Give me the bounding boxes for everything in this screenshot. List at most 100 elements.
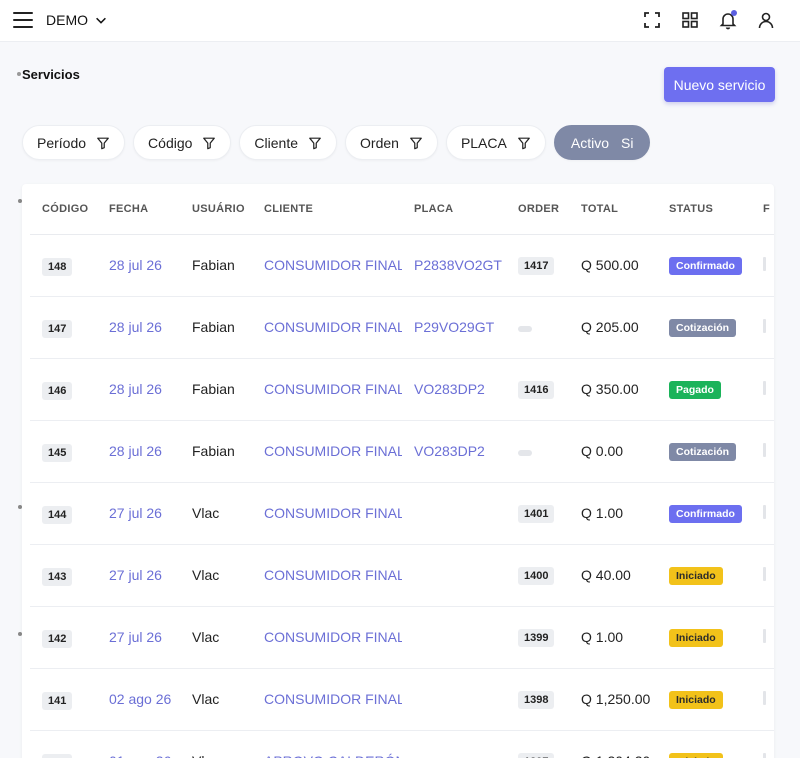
client-link[interactable]: CONSUMIDOR FINAL	[264, 505, 402, 521]
status-badge: Cotización	[669, 442, 737, 461]
new-service-button[interactable]: Nuevo servicio	[664, 67, 775, 102]
page-title: Servicios	[22, 67, 80, 82]
filter-icon	[97, 137, 109, 149]
date-link[interactable]: 27 jul 26	[109, 567, 162, 583]
table-row[interactable]: 141 02 ago 26 Vlac CONSUMIDOR FINAL 1398 Q 1,…	[30, 668, 774, 731]
cell-extra	[751, 296, 774, 359]
filter-cliente[interactable]: Cliente	[239, 125, 338, 160]
cell-date: 28 jul 26	[97, 420, 180, 483]
services-table: CÓDIGO FECHA USUÁRIO CLIENTE PLACA ORDER…	[30, 184, 774, 758]
date-link[interactable]: 28 jul 26	[109, 319, 162, 335]
code-badge: 145	[42, 444, 73, 462]
company-selector[interactable]: DEMO	[46, 12, 108, 28]
table-row[interactable]: 146 28 jul 26 Fabian CONSUMIDOR FINAL VO283D…	[30, 358, 774, 421]
bell-icon[interactable]	[714, 6, 742, 34]
filter-label: Período	[37, 134, 87, 151]
col-cliente[interactable]: CLIENTE	[252, 184, 402, 235]
cell-code: 142	[30, 606, 97, 669]
plate-link[interactable]: VO283DP2	[414, 381, 485, 397]
extra-indicator	[763, 380, 766, 395]
cell-order: 1399	[506, 606, 569, 669]
code-badge: 142	[42, 630, 73, 648]
filter-placa[interactable]: PLACA	[445, 125, 546, 160]
cell-code: 144	[30, 482, 97, 545]
client-link[interactable]: CONSUMIDOR FINAL	[264, 691, 402, 707]
filter-icon	[309, 137, 321, 149]
user-icon[interactable]	[756, 10, 776, 30]
date-link[interactable]: 27 jul 26	[109, 629, 162, 645]
date-link[interactable]: 27 jul 26	[109, 505, 162, 521]
status-badge: Iniciado	[669, 628, 723, 647]
client-link[interactable]: CONSUMIDOR FINAL	[264, 443, 402, 459]
code-badge: 143	[42, 568, 73, 586]
date-link[interactable]: 28 jul 26	[109, 381, 162, 397]
cell-client: CONSUMIDOR FINAL	[252, 668, 402, 731]
cell-order: 1417	[506, 234, 569, 297]
cell-status: Iniciado	[657, 730, 751, 758]
code-badge: 148	[42, 258, 73, 276]
cell-date: 27 jul 26	[97, 544, 180, 607]
code-badge: 147	[42, 320, 73, 338]
cell-date: 27 jul 26	[97, 606, 180, 669]
date-link[interactable]: 02 ago 26	[109, 691, 171, 707]
cell-code: 147	[30, 296, 97, 359]
menu-icon[interactable]	[13, 12, 33, 28]
cell-order	[506, 296, 569, 359]
cell-code: 148	[30, 234, 97, 297]
cell-extra	[751, 358, 774, 421]
col-placa[interactable]: PLACA	[402, 184, 506, 235]
cell-user: Vlac	[180, 544, 252, 607]
filter-value: Si	[620, 134, 634, 151]
plate-link[interactable]: VO283DP2	[414, 443, 485, 459]
apps-grid-icon[interactable]	[680, 10, 700, 30]
order-badge: 1400	[518, 566, 555, 585]
cell-user: Vlac	[180, 482, 252, 545]
cell-status: Confirmado	[657, 482, 751, 545]
cell-user: Fabian	[180, 296, 252, 359]
col-codigo[interactable]: CÓDIGO	[30, 184, 97, 235]
cell-extra	[751, 544, 774, 607]
plate-link[interactable]: P2838VO2GT	[414, 257, 502, 273]
fullscreen-icon[interactable]	[642, 10, 662, 30]
table-row[interactable]: 144 27 jul 26 Vlac CONSUMIDOR FINAL 1401 Q 1.…	[30, 482, 774, 545]
date-link[interactable]: 28 jul 26	[109, 257, 162, 273]
code-badge: 140	[42, 754, 73, 758]
client-link[interactable]: CONSUMIDOR FINAL	[264, 257, 402, 273]
client-link[interactable]: CONSUMIDOR FINAL	[264, 567, 402, 583]
filter-codigo[interactable]: Código	[133, 125, 232, 160]
client-link[interactable]: CONSUMIDOR FINAL	[264, 381, 402, 397]
table-row[interactable]: 140 01 ago 26 Vlac APROVO CALDERÓN 1397 Q 1,2…	[30, 730, 774, 758]
table-row[interactable]: 142 27 jul 26 Vlac CONSUMIDOR FINAL 1399 Q 1.…	[30, 606, 774, 669]
col-fecha[interactable]: FECHA	[97, 184, 180, 235]
filter-icon	[517, 137, 530, 149]
date-link[interactable]: 01 ago 26	[109, 753, 171, 758]
table-row[interactable]: 147 28 jul 26 Fabian CONSUMIDOR FINAL P29VO2…	[30, 296, 774, 359]
col-order[interactable]: ORDER	[506, 184, 569, 235]
cell-order: 1401	[506, 482, 569, 545]
filter-periodo[interactable]: Período	[22, 125, 126, 160]
col-status[interactable]: STATUS	[657, 184, 751, 235]
col-total[interactable]: TOTAL	[569, 184, 657, 235]
cell-plate: P29VO29GT	[402, 296, 506, 359]
table-row[interactable]: 143 27 jul 26 Vlac CONSUMIDOR FINAL 1400 Q 40…	[30, 544, 774, 607]
cell-user: Vlac	[180, 730, 252, 758]
filter-orden[interactable]: Orden	[345, 125, 438, 160]
plate-link[interactable]: P29VO29GT	[414, 319, 494, 335]
cell-extra	[751, 234, 774, 297]
date-link[interactable]: 28 jul 26	[109, 443, 162, 459]
col-usuario[interactable]: USUÁRIO	[180, 184, 252, 235]
client-link[interactable]: CONSUMIDOR FINAL	[264, 629, 402, 645]
cell-status: Iniciado	[657, 606, 751, 669]
col-extra[interactable]: F	[751, 184, 774, 235]
client-link[interactable]: CONSUMIDOR FINAL	[264, 319, 402, 335]
cell-plate	[402, 482, 506, 545]
cell-total: Q 40.00	[569, 544, 657, 607]
table-row[interactable]: 148 28 jul 26 Fabian CONSUMIDOR FINAL P2838V…	[30, 234, 774, 297]
cell-extra	[751, 668, 774, 731]
cell-total: Q 1.00	[569, 482, 657, 545]
cell-client: CONSUMIDOR FINAL	[252, 482, 402, 545]
cell-order	[506, 420, 569, 483]
filter-activo[interactable]: Activo Si	[553, 125, 651, 160]
client-link[interactable]: APROVO CALDERÓN	[264, 753, 402, 758]
table-row[interactable]: 145 28 jul 26 Fabian CONSUMIDOR FINAL VO283D…	[30, 420, 774, 483]
